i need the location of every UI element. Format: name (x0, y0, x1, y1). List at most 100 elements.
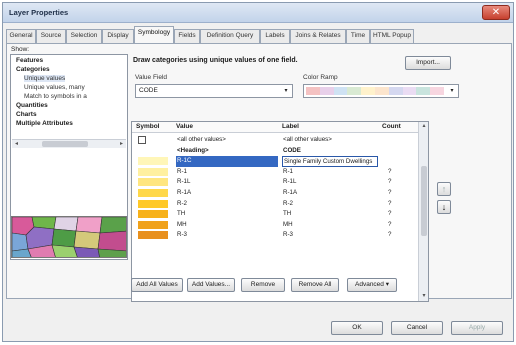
tab-fields[interactable]: Fields (174, 29, 200, 43)
move-down-arrow-icon[interactable]: ↓ (437, 200, 451, 214)
value-field-label: Value Field (135, 74, 168, 81)
tab-joins-relates[interactable]: Joins & Relates (290, 29, 346, 43)
value-cell[interactable]: MH (176, 220, 278, 231)
scroll-thumb[interactable] (421, 166, 427, 236)
value-cell[interactable]: <Heading> (176, 146, 278, 157)
table-row[interactable]: MH MH? (132, 220, 418, 231)
remove-button[interactable]: Remove (241, 278, 285, 292)
label-cell[interactable]: TH (282, 209, 378, 220)
value-cell[interactable]: TH (176, 209, 278, 220)
tab-source[interactable]: Source (36, 29, 66, 43)
categories-grid[interactable]: Symbol Value Label Count <all other valu… (131, 121, 429, 302)
count-cell (388, 135, 408, 146)
label-cell[interactable]: R-1 (282, 167, 378, 178)
grid-vertical-scrollbar[interactable]: ▴ ▾ (418, 122, 428, 301)
value-cell[interactable]: R-1L (176, 177, 278, 188)
table-row[interactable]: R-1C Single Family Custom Dwellings (132, 156, 418, 167)
tab-labels[interactable]: Labels (260, 29, 290, 43)
table-row[interactable]: R-3 R-3? (132, 230, 418, 241)
tab-html-popup[interactable]: HTML Popup (370, 29, 414, 43)
tree-item-categories[interactable]: Categories (16, 66, 50, 73)
table-row[interactable]: R-1 R-1? (132, 167, 418, 178)
label-cell[interactable]: R-1A (282, 188, 378, 199)
title-bar[interactable]: Layer Properties ✕ (3, 3, 513, 23)
tree-item-match-to-symbols[interactable]: Match to symbols in a (24, 93, 87, 100)
column-header-value[interactable]: Value (176, 123, 193, 130)
table-row[interactable]: R-1A R-1A? (132, 188, 418, 199)
color-ramp-stop (402, 87, 417, 95)
table-row[interactable]: <Heading> CODE (132, 146, 418, 157)
symbol-swatch[interactable] (138, 167, 168, 176)
color-ramp-stop (347, 87, 362, 95)
move-up-arrow-icon[interactable]: ↑ (437, 182, 451, 196)
grid-header: Symbol Value Label Count (132, 122, 418, 133)
tree-horizontal-scrollbar[interactable]: ◂ ▸ (12, 139, 126, 148)
label-cell[interactable]: <all other values> (282, 135, 378, 146)
table-row[interactable]: TH TH? (132, 209, 418, 220)
tree-item-unique-values-many[interactable]: Unique values, many (24, 84, 85, 91)
label-cell[interactable]: R-1L (282, 177, 378, 188)
tab-definition-query[interactable]: Definition Query (200, 29, 260, 43)
value-cell[interactable]: R-1C (176, 156, 278, 167)
all-other-values-checkbox[interactable] (138, 136, 146, 144)
add-values-button[interactable]: Add Values... (187, 278, 235, 292)
remove-all-button[interactable]: Remove All (291, 278, 339, 292)
symbol-swatch[interactable] (138, 210, 168, 219)
column-header-symbol[interactable]: Symbol (136, 123, 159, 130)
tree-item-quantities[interactable]: Quantities (16, 102, 48, 109)
add-all-values-button[interactable]: Add All Values (131, 278, 183, 292)
value-cell[interactable]: R-2 (176, 199, 278, 210)
color-ramp-select[interactable]: ▾ (303, 84, 459, 98)
count-cell (388, 156, 408, 167)
tab-selection[interactable]: Selection (66, 29, 102, 43)
cancel-button[interactable]: Cancel (391, 321, 443, 335)
scroll-thumb[interactable] (42, 141, 88, 147)
symbology-heading: Draw categories using unique values of o… (133, 57, 298, 64)
tab-display[interactable]: Display (102, 29, 134, 43)
label-cell[interactable]: Single Family Custom Dwellings (282, 156, 378, 167)
label-cell[interactable]: CODE (282, 146, 378, 157)
table-row[interactable]: <all other values> <all other values> (132, 135, 418, 146)
table-row[interactable]: R-2 R-2? (132, 199, 418, 210)
value-field-select[interactable]: CODE ▾ (135, 84, 293, 98)
color-ramp-label: Color Ramp (303, 74, 338, 81)
label-cell[interactable]: R-3 (282, 230, 378, 241)
count-cell (388, 146, 408, 157)
count-cell: ? (388, 167, 392, 175)
label-cell[interactable]: MH (282, 220, 378, 231)
color-ramp-swatch (306, 87, 444, 95)
scroll-left-icon[interactable]: ◂ (12, 140, 21, 148)
table-row[interactable]: R-1L R-1L? (132, 177, 418, 188)
scroll-down-icon[interactable]: ▾ (419, 292, 428, 301)
label-cell[interactable]: R-2 (282, 199, 378, 210)
symbol-swatch[interactable] (138, 199, 168, 208)
tree-item-charts[interactable]: Charts (16, 111, 37, 118)
apply-button[interactable]: Apply (451, 321, 503, 335)
value-cell[interactable]: <all other values> (176, 135, 278, 146)
column-header-label[interactable]: Label (282, 123, 299, 130)
tree-item-features[interactable]: Features (16, 57, 43, 64)
tab-time[interactable]: Time (346, 29, 370, 43)
tab-general[interactable]: General (6, 29, 36, 43)
chevron-down-icon[interactable]: ▾ (281, 86, 291, 96)
symbol-swatch[interactable] (138, 157, 168, 166)
symbol-swatch[interactable] (138, 231, 168, 240)
value-cell[interactable]: R-1A (176, 188, 278, 199)
scroll-right-icon[interactable]: ▸ (117, 140, 126, 148)
count-cell: ? (388, 199, 392, 207)
symbol-swatch[interactable] (138, 178, 168, 187)
symbol-swatch[interactable] (138, 189, 168, 197)
chevron-down-icon[interactable]: ▾ (447, 86, 457, 96)
import-button[interactable]: Import... (405, 56, 451, 70)
tree-item-unique-values[interactable]: Unique values (24, 75, 66, 82)
advanced-button[interactable]: Advanced ▾ (347, 278, 397, 292)
symbol-swatch[interactable] (138, 220, 168, 229)
column-header-count[interactable]: Count (382, 123, 401, 130)
ok-button[interactable]: OK (331, 321, 383, 335)
value-cell[interactable]: R-3 (176, 230, 278, 241)
scroll-up-icon[interactable]: ▴ (419, 122, 428, 131)
close-button[interactable]: ✕ (482, 5, 510, 20)
tree-item-multiple-attributes[interactable]: Multiple Attributes (16, 120, 73, 127)
tab-symbology[interactable]: Symbology (134, 26, 174, 43)
value-cell[interactable]: R-1 (176, 167, 278, 178)
